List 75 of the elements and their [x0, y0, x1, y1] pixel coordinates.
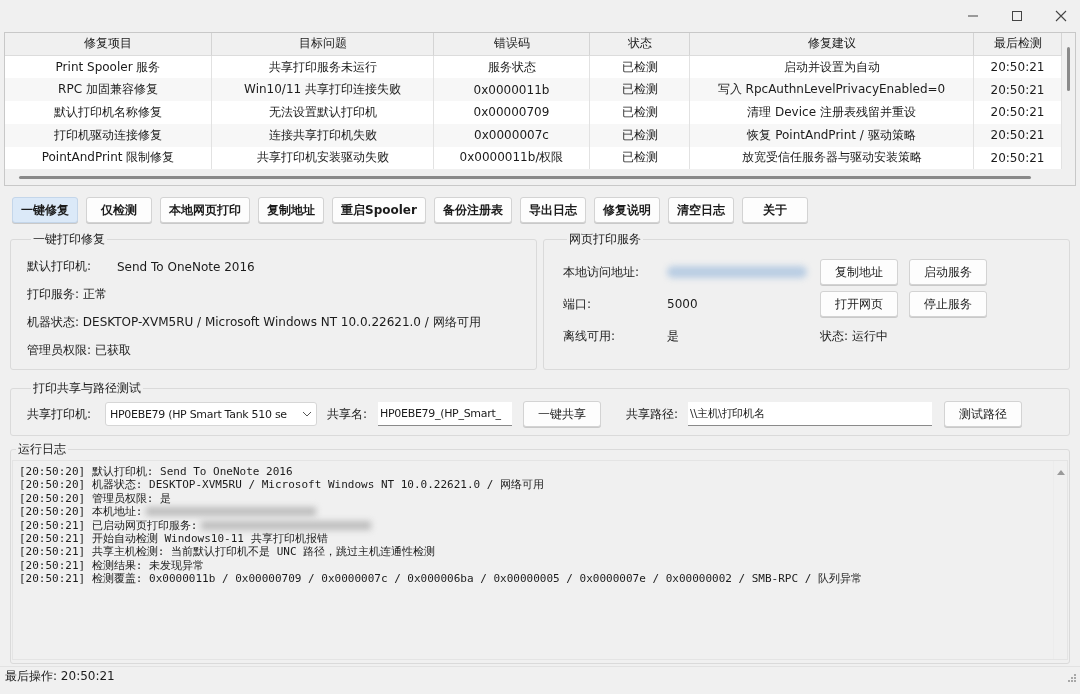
table-cell: 恢复 PointAndPrint / 驱动策略	[690, 123, 974, 147]
share-name-field[interactable]: HP0EBE79_(HP_Smart_	[378, 402, 512, 426]
log-line: [20:50:21] 已启动网页打印服务:	[19, 518, 198, 533]
toolbar-button[interactable]: 关于	[741, 197, 808, 223]
share-button[interactable]: 一键共享	[523, 401, 601, 427]
toolbar-button[interactable]: 本地网页打印	[160, 197, 250, 223]
status-text: 机器状态: DESKTOP-XVM5RU / Microsoft Windows NT 10.0.22621.0 / 网络可用	[27, 314, 481, 331]
field-label: 共享路径:	[626, 405, 680, 423]
table-cell: 连接共享打印机失败	[212, 123, 434, 147]
group-title: 一键打印修复	[32, 231, 106, 248]
table-cell: 已检测	[590, 146, 690, 170]
service-button[interactable]: 复制地址	[820, 259, 898, 285]
column-header[interactable]: 目标问题	[212, 33, 434, 56]
toolbar-button[interactable]: 导出日志	[519, 197, 586, 223]
column-header[interactable]: 错误码	[434, 33, 590, 56]
table-cell: 0x0000007c	[434, 123, 590, 147]
field-label: 默认打印机:	[27, 258, 93, 275]
table-cell: 放宽受信任服务器与驱动安装策略	[690, 146, 974, 170]
scroll-up-icon	[1056, 469, 1065, 475]
test-path-button[interactable]: 测试路径	[944, 401, 1022, 427]
field-label: 本地访问地址:	[563, 263, 641, 281]
log-line: [20:50:20] 本机地址:	[19, 505, 143, 519]
printer-dropdown[interactable]: HP0EBE79 (HP Smart Tank 510 se	[105, 402, 317, 426]
log-line: [20:50:20] 机器状态: DESKTOP-XVM5RU / Microsoft Windows NT 10.0.22621.0 / 网络可用	[19, 478, 545, 492]
field-label: 共享打印机:	[27, 405, 93, 423]
table-cell: PointAndPrint 限制修复	[5, 146, 212, 170]
table-cell: 已检测	[590, 101, 690, 124]
status-text: 打印服务: 正常	[27, 286, 107, 303]
table-cell: 无法设置默认打印机	[212, 101, 434, 124]
service-button[interactable]: 打开网页	[820, 291, 898, 317]
service-button[interactable]: 停止服务	[909, 291, 987, 317]
field-value: 是	[667, 327, 680, 345]
share-path-field[interactable]: \\主机\打印机名	[688, 402, 932, 426]
field-label: 共享名:	[327, 405, 369, 423]
table-cell: 清理 Device 注册表残留并重设	[690, 101, 974, 124]
status-text: 状态: 运行中	[820, 327, 889, 345]
log-line: [20:50:21] 检测覆盖: 0x0000011b / 0x00000709 / 0x0000007c / 0x000006ba / 0x00000005 / 0x0000007e / 0x00000002 / SMB-RPC / 队列异常	[19, 572, 862, 586]
toolbar-button[interactable]: 清空日志	[667, 197, 734, 223]
toolbar-button[interactable]: 修复说明	[593, 197, 660, 223]
toolbar-button[interactable]: 重启Spooler	[332, 197, 426, 223]
field-label: 离线可用:	[563, 327, 617, 345]
field-value: 5000	[667, 297, 699, 311]
toolbar-button[interactable]: 复制地址	[258, 197, 324, 223]
toolbar-button[interactable]: 备份注册表	[433, 197, 512, 223]
table-cell: 已检测	[590, 123, 690, 147]
log-line: [20:50:21] 开始自动检测 Windows10-11 共享打印机报错	[19, 532, 328, 546]
table-cell: 共享打印机安装驱动失败	[212, 146, 434, 170]
log-line: [20:50:21] 检测结果: 未发现异常	[19, 558, 205, 572]
field-label: 端口:	[563, 295, 593, 313]
log-line: [20:50:20] 默认打印机: Send To OneNote 2016	[19, 465, 293, 479]
group-title: 打印共享与路径测试	[32, 380, 142, 397]
horizontal-scrollbar[interactable]	[19, 175, 1031, 179]
table-cell: 0x0000011b/权限	[434, 146, 590, 170]
table-cell: 默认打印机名称修复	[5, 101, 212, 124]
vertical-scrollbar[interactable]	[1067, 47, 1070, 91]
service-button[interactable]: 启动服务	[909, 259, 987, 285]
toolbar-button[interactable]: 仅检测	[86, 197, 152, 223]
table-cell: 0x00000709	[434, 101, 590, 124]
status-text: 管理员权限: 已获取	[27, 342, 131, 359]
maximize-icon[interactable]	[1010, 9, 1024, 23]
log-line: [20:50:20] 管理员权限: 是	[19, 491, 172, 506]
chevron-icon	[302, 411, 312, 417]
status-text: 最后操作: 20:50:21	[5, 668, 115, 685]
field-value: Send To OneNote 2016	[117, 259, 255, 274]
dropdown-value: HP0EBE79 (HP Smart Tank 510 se	[110, 407, 287, 421]
group-title: 网页打印服务	[568, 231, 642, 248]
column-header[interactable]: 修复建议	[690, 33, 974, 56]
close-icon[interactable]	[1054, 9, 1068, 23]
table-cell: 打印机驱动连接修复	[5, 123, 212, 147]
column-header[interactable]: 修复项目	[5, 33, 212, 56]
toolbar-button[interactable]: 一键修复	[12, 197, 78, 223]
column-header[interactable]: 状态	[590, 33, 690, 56]
group-title: 运行日志	[17, 441, 67, 458]
resize-grip-icon	[1066, 671, 1076, 682]
log-line: [20:50:21] 共享主机检测: 当前默认打印机不是 UNC 路径，跳过主机连通性检测	[19, 545, 436, 559]
